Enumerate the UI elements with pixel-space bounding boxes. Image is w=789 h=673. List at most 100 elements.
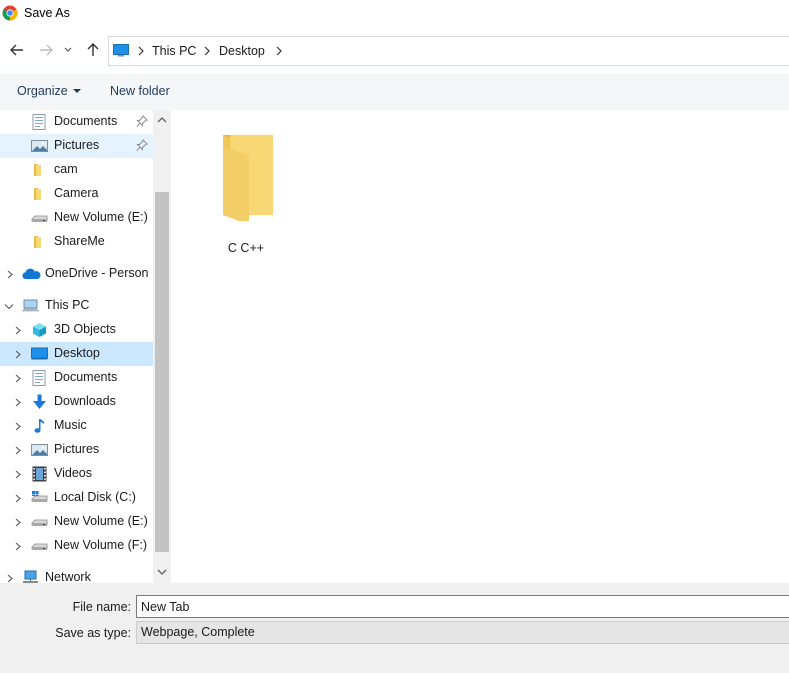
chevron-right-icon[interactable] xyxy=(14,326,22,335)
nav-item-downloads[interactable]: Downloads xyxy=(0,390,153,414)
nav-item-label: Desktop xyxy=(54,346,100,360)
nav-item-label: Pictures xyxy=(54,138,100,152)
chevron-right-icon[interactable] xyxy=(203,46,211,56)
pin-icon[interactable] xyxy=(136,115,148,128)
up-button[interactable] xyxy=(83,40,103,60)
file-name-label: File name: xyxy=(72,600,131,614)
chrome-logo-icon xyxy=(2,5,18,21)
scroll-up-arrow-icon[interactable] xyxy=(157,116,167,123)
nav-item-this-pc[interactable]: This PC xyxy=(0,294,153,318)
address-bar[interactable]: This PC Desktop xyxy=(108,36,789,66)
chevron-right-icon[interactable] xyxy=(275,46,283,56)
arrow-right-icon xyxy=(40,44,53,56)
chevron-right-icon[interactable] xyxy=(6,270,14,279)
save-form: File name: Save as type: Webpage, Comple… xyxy=(0,583,789,673)
nav-item-label: Local Disk (C:) xyxy=(54,490,136,504)
chevron-right-icon[interactable] xyxy=(6,574,14,583)
chevron-right-icon[interactable] xyxy=(14,398,22,407)
nav-item-shareme[interactable]: ShareMe xyxy=(0,230,153,254)
chevron-right-icon[interactable] xyxy=(14,518,22,527)
documents-icon xyxy=(32,114,46,130)
nav-item-cam[interactable]: cam xyxy=(0,158,153,182)
recent-locations-button[interactable] xyxy=(61,40,75,60)
new-folder-button[interactable]: New folder xyxy=(110,84,170,98)
nav-item-new-volume-f[interactable]: New Volume (F:) xyxy=(0,534,153,558)
chevron-right-icon[interactable] xyxy=(14,542,22,551)
nav-item-label: Camera xyxy=(54,186,99,200)
nav-item-new-volume-e-quick[interactable]: New Volume (E:) xyxy=(0,206,153,230)
nav-item-label: New Volume (E:) xyxy=(54,514,148,528)
local-disk-icon xyxy=(31,491,48,502)
documents-icon xyxy=(32,370,46,386)
pictures-icon xyxy=(31,140,48,152)
pin-icon[interactable] xyxy=(136,139,148,152)
folder-icon xyxy=(223,134,274,221)
folder-name: C C++ xyxy=(227,241,265,255)
chevron-right-icon[interactable] xyxy=(137,46,145,56)
nav-item-label: Network xyxy=(45,570,91,583)
chevron-right-icon[interactable] xyxy=(14,494,22,503)
nav-item-label: Documents xyxy=(54,370,118,384)
organize-label: Organize xyxy=(17,84,68,98)
nav-item-documents-quick[interactable]: Documents xyxy=(0,110,153,134)
chevron-right-icon[interactable] xyxy=(14,422,22,431)
nav-pane-scrollbar[interactable] xyxy=(153,110,171,583)
chevron-down-icon[interactable] xyxy=(4,302,14,311)
chevron-right-icon[interactable] xyxy=(14,446,22,455)
nav-item-camera[interactable]: Camera xyxy=(0,182,153,206)
drive-icon xyxy=(31,543,48,550)
nav-item-videos[interactable]: Videos xyxy=(0,462,153,486)
nav-item-label: cam xyxy=(54,162,78,176)
folder-icon xyxy=(34,164,41,176)
nav-item-local-disk-c[interactable]: Local Disk (C:) xyxy=(0,486,153,510)
organize-button[interactable]: Organize xyxy=(17,84,81,98)
caret-down-icon xyxy=(72,89,81,93)
3d-objects-icon xyxy=(33,323,46,337)
scrollbar-thumb[interactable] xyxy=(155,192,169,552)
nav-item-desktop[interactable]: Desktop xyxy=(0,342,153,366)
breadcrumb-this-pc[interactable]: This PC xyxy=(152,44,196,58)
drive-icon xyxy=(31,215,48,222)
title-bar: Save As xyxy=(0,0,789,28)
back-button[interactable] xyxy=(7,40,27,60)
music-icon xyxy=(34,419,44,433)
nav-item-new-volume-e[interactable]: New Volume (E:) xyxy=(0,510,153,534)
nav-item-label: Pictures xyxy=(54,442,100,456)
window-title: Save As xyxy=(24,6,70,20)
folder-icon xyxy=(34,188,41,200)
arrow-left-icon xyxy=(10,44,23,56)
save-as-type-select[interactable]: Webpage, Complete xyxy=(136,621,789,644)
folder-icon xyxy=(34,236,41,248)
nav-item-pictures[interactable]: Pictures xyxy=(0,438,153,462)
save-as-type-label: Save as type: xyxy=(55,626,131,640)
nav-item-label: New Volume (E:) xyxy=(54,210,148,224)
scroll-down-arrow-icon[interactable] xyxy=(157,569,167,576)
onedrive-cloud-icon xyxy=(22,268,41,279)
nav-item-label: Music xyxy=(54,418,87,432)
chevron-right-icon[interactable] xyxy=(14,470,22,479)
navigation-bar: This PC Desktop xyxy=(0,28,789,74)
nav-item-documents[interactable]: Documents xyxy=(0,366,153,390)
videos-icon xyxy=(32,466,47,482)
arrow-up-icon xyxy=(87,43,99,56)
folder-item[interactable]: C C++ xyxy=(201,124,291,255)
desktop-icon xyxy=(31,347,48,360)
nav-item-3d-objects[interactable]: 3D Objects xyxy=(0,318,153,342)
nav-item-label: ShareMe xyxy=(54,234,105,248)
forward-button[interactable] xyxy=(36,40,56,60)
nav-item-label: 3D Objects xyxy=(54,322,116,336)
nav-item-pictures-quick[interactable]: Pictures xyxy=(0,134,153,158)
nav-item-network[interactable]: Network xyxy=(0,566,153,583)
chevron-right-icon[interactable] xyxy=(14,350,22,359)
nav-item-onedrive[interactable]: OneDrive - Person xyxy=(0,262,153,286)
nav-item-music[interactable]: Music xyxy=(0,414,153,438)
nav-item-label: Documents xyxy=(54,114,118,128)
nav-item-label: Downloads xyxy=(54,394,116,408)
pictures-icon xyxy=(31,444,48,456)
chevron-right-icon[interactable] xyxy=(14,374,22,383)
file-name-input[interactable] xyxy=(136,595,789,618)
command-bar: Organize New folder xyxy=(0,74,789,110)
breadcrumb-desktop[interactable]: Desktop xyxy=(219,44,265,58)
chevron-down-icon xyxy=(64,47,72,52)
downloads-icon xyxy=(33,394,46,409)
